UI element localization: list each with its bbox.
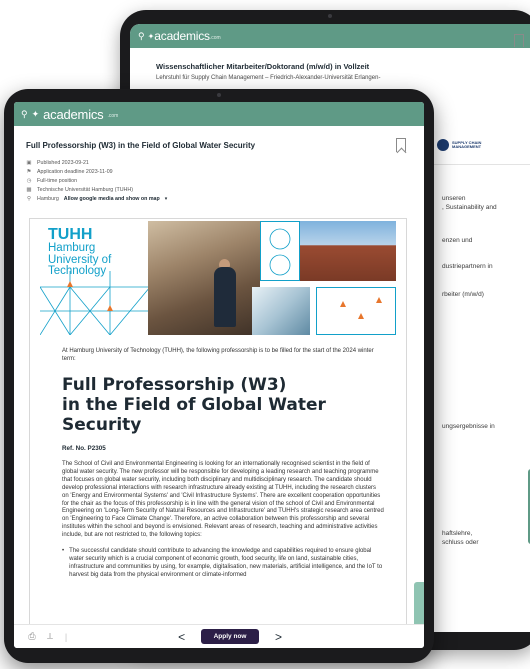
position-type-row: ◷ Full-time position: [26, 176, 424, 185]
location-pin-icon: ⚲: [26, 195, 32, 202]
orange-arrow-icon: [376, 297, 382, 303]
back-logo-text: academics: [154, 29, 210, 43]
ad-body: At Hamburg University of Technology (TUH…: [62, 347, 384, 580]
employer-logo-text: SUPPLY CHAIN MANAGEMENT: [452, 139, 482, 149]
next-job-button[interactable]: >: [271, 630, 285, 644]
reference-number: Ref. No. P2305: [62, 445, 106, 452]
position-type: Full-time position: [37, 177, 78, 184]
job-title: Full Professorship (W3) in the Field of …: [26, 141, 256, 150]
ad-intro: At Hamburg University of Technology (TUH…: [62, 348, 374, 362]
back-text-snippet: dustriepartnern in: [442, 263, 493, 270]
clock-icon: ◷: [26, 177, 32, 184]
search-icon[interactable]: ⚲: [138, 31, 145, 42]
lecture-hall-photo: [148, 221, 260, 335]
camera-dot: [328, 14, 332, 18]
decorative-circles: [269, 228, 291, 276]
orange-arrow-icon: [340, 301, 346, 307]
tuhh-logo-line: Hamburg: [48, 242, 96, 254]
back-text-snippet: rbeiter (m/w/d): [442, 291, 484, 298]
back-logo-suffix: .com: [209, 35, 221, 41]
back-text-snippet: schluss oder: [442, 539, 479, 546]
share-icon[interactable]: ⟂: [44, 631, 56, 642]
tuhh-logo: TUHH Hamburg University of Technology: [48, 227, 111, 278]
apply-now-button[interactable]: Apply now: [200, 629, 260, 644]
print-icon[interactable]: ⎙: [26, 631, 38, 642]
back-bookmark-icon[interactable]: [514, 34, 524, 47]
building-icon: ▩: [26, 186, 32, 193]
job-ad-document: TUHH Hamburg University of Technology At…: [29, 218, 407, 638]
back-text-snippet: , Sustainability and: [442, 204, 497, 211]
show-on-map-link[interactable]: Allow google media and show on map: [64, 196, 160, 202]
lecturer-figure: [214, 267, 236, 327]
bullet-icon: •: [62, 548, 65, 555]
employer-name: Technische Universität Hamburg (TUHH): [37, 186, 133, 193]
employer-row: ▩ Technische Universität Hamburg (TUHH): [26, 185, 424, 194]
list-item-text: The successful candidate should contribu…: [69, 548, 383, 578]
flag-icon: ⚑: [26, 168, 32, 175]
back-employer-line: Lehrstuhl für Supply Chain Management – …: [156, 75, 381, 81]
front-tablet-screen: ⚲ ✦ academics .com Full Professorship (W…: [14, 102, 424, 648]
deadline-row: ⚑ Application deadline 2023-11-09: [26, 167, 424, 176]
logo-text[interactable]: academics: [43, 107, 104, 122]
back-text-snippet: haftslehre,: [442, 530, 473, 537]
location-city: Hamburg: [37, 195, 59, 202]
bookmark-icon[interactable]: [396, 138, 406, 152]
published-row: ▣ Published 2023-09-21: [26, 158, 424, 167]
list-item: • The successful candidate should contri…: [62, 548, 384, 580]
back-text-snippet: unseren: [442, 195, 466, 202]
search-icon[interactable]: ⚲: [21, 109, 28, 120]
back-text-snippet: enzen und: [442, 237, 473, 244]
logo-suffix: .com: [107, 113, 119, 119]
ad-title: Full Professorship (W3) in the Field of …: [62, 375, 384, 435]
academics-logo-mark: ✦: [147, 31, 155, 41]
app-header: ⚲ ✦ academics .com: [14, 102, 424, 126]
employer-logo-icon: [437, 139, 449, 151]
divider-icon: |: [64, 631, 68, 642]
previous-job-button[interactable]: <: [175, 630, 189, 644]
published-date: Published 2023-09-21: [37, 159, 89, 166]
back-app-header: ⚲ ✦ academics .com: [130, 24, 530, 48]
calendar-icon: ▣: [26, 159, 32, 166]
camera-dot: [217, 93, 221, 97]
job-meta: ▣ Published 2023-09-21 ⚑ Application dea…: [14, 150, 424, 203]
ad-title-line: Full Professorship (W3): [62, 375, 287, 395]
back-job-title[interactable]: Wissenschaftlicher Mitarbeiter/Doktorand…: [130, 48, 530, 71]
chevron-down-icon[interactable]: ▾: [165, 196, 168, 202]
front-tablet: ⚲ ✦ academics .com Full Professorship (W…: [4, 89, 434, 663]
ad-description: The School of Civil and Environmental En…: [62, 461, 384, 539]
back-employer-logo: SUPPLY CHAIN MANAGEMENT: [437, 139, 486, 151]
application-deadline: Application deadline 2023-11-09: [37, 168, 113, 175]
ad-title-line: in the Field of Global Water Security: [62, 395, 326, 435]
tuhh-logo-line: TUHH: [48, 226, 93, 243]
academics-logo-mark: ✦: [31, 108, 40, 119]
decorative-frame: [316, 287, 396, 335]
decorative-line-pattern: [40, 271, 150, 335]
glass-building-photo: [252, 287, 310, 335]
bottom-action-bar: ⎙ ⟂ | < Apply now >: [14, 624, 424, 648]
university-building-photo: [300, 221, 396, 281]
location-row: ⚲ Hamburg Allow google media and show on…: [26, 194, 424, 203]
orange-arrow-icon: [358, 313, 364, 319]
ad-banner: TUHH Hamburg University of Technology: [40, 221, 396, 337]
back-text-snippet: ungsergebnisse in: [442, 423, 495, 430]
